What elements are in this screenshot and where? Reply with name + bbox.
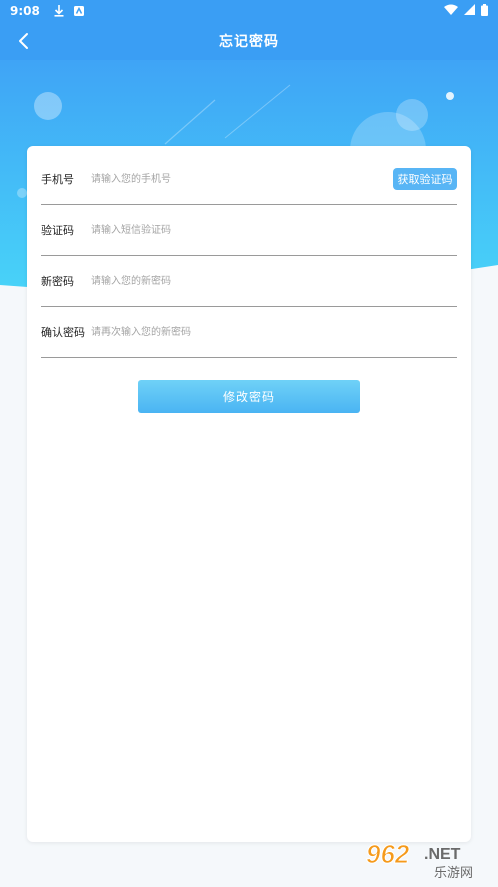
submit-button[interactable]: 修改密码 — [138, 380, 360, 413]
code-label: 验证码 — [41, 224, 74, 237]
app-icon — [73, 6, 84, 16]
status-time: 9:08 — [10, 4, 40, 18]
form-card: 手机号 获取验证码 验证码 新密码 确认密码 修改密码 — [27, 146, 471, 842]
confirm-password-input[interactable] — [91, 320, 457, 344]
chevron-left-icon — [19, 33, 28, 49]
code-row: 验证码 — [41, 205, 457, 256]
wifi-icon — [444, 4, 458, 18]
download-icon — [54, 5, 64, 17]
confirm-password-row: 确认密码 — [41, 307, 457, 358]
new-password-input[interactable] — [91, 269, 457, 293]
code-input[interactable] — [91, 218, 457, 242]
confirm-password-label: 确认密码 — [41, 326, 85, 339]
new-password-row: 新密码 — [41, 256, 457, 307]
phone-input[interactable] — [91, 167, 393, 191]
svg-text:.NET: .NET — [424, 846, 461, 863]
status-bar: 9:08 — [0, 0, 498, 22]
battery-icon — [481, 3, 488, 19]
get-code-button[interactable]: 获取验证码 — [393, 168, 457, 190]
svg-text:962: 962 — [366, 839, 410, 869]
signal-icon — [464, 4, 475, 18]
back-button[interactable] — [12, 29, 36, 53]
title-bar: 忘记密码 — [0, 22, 498, 60]
new-password-label: 新密码 — [41, 275, 74, 288]
page-title: 忘记密码 — [219, 34, 279, 50]
phone-row: 手机号 获取验证码 — [41, 154, 457, 205]
phone-label: 手机号 — [41, 173, 74, 186]
svg-text:乐游网: 乐游网 — [434, 866, 473, 881]
watermark-logo: 962 .NET 乐游网 — [362, 837, 492, 883]
